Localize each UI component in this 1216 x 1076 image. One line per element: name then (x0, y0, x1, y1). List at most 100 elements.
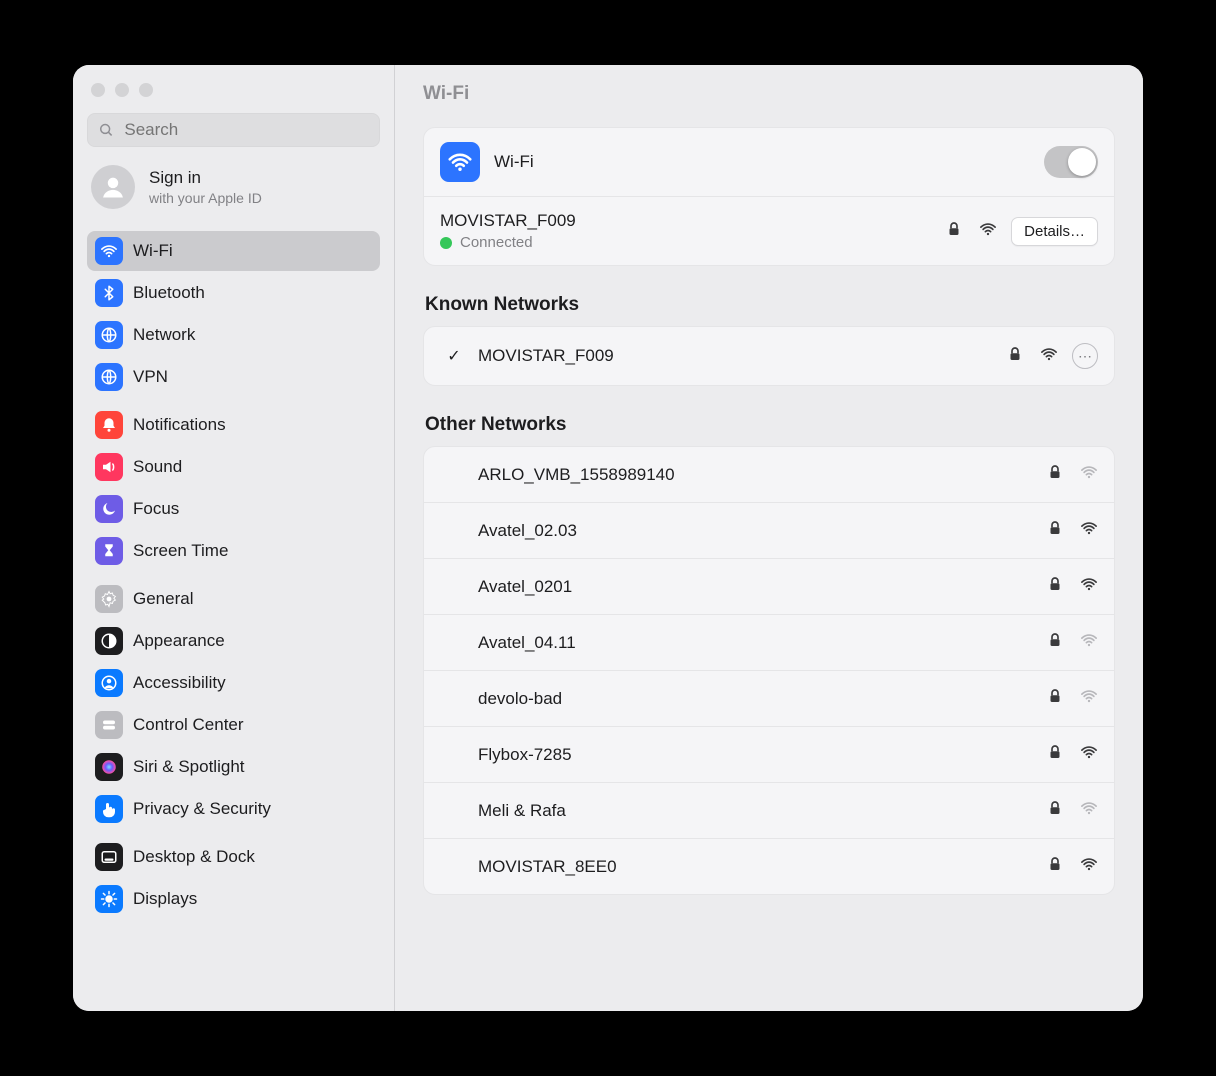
sidebar-item-label: Accessibility (133, 673, 226, 693)
sidebar-item-bluetooth[interactable]: Bluetooth (87, 273, 380, 313)
sidebar-item-label: Desktop & Dock (133, 847, 255, 867)
network-name: Flybox-7285 (478, 745, 572, 765)
contrast-icon (95, 627, 123, 655)
speaker-icon (95, 453, 123, 481)
lock-icon (1046, 743, 1064, 766)
wifi-toggle-row: Wi-Fi (424, 128, 1114, 196)
sidebar-item-screen-time[interactable]: Screen Time (87, 531, 380, 571)
wifi-toggle[interactable] (1044, 146, 1098, 178)
sidebar-item-focus[interactable]: Focus (87, 489, 380, 529)
sidebar-item-control-center[interactable]: Control Center (87, 705, 380, 745)
wifi-icon (440, 142, 480, 182)
network-name: Meli & Rafa (478, 801, 566, 821)
sidebar-item-label: Sound (133, 457, 182, 477)
sidebar-item-label: Screen Time (133, 541, 228, 561)
bell-icon (95, 411, 123, 439)
sidebar-item-label: Focus (133, 499, 179, 519)
minimize-dot[interactable] (115, 83, 129, 97)
zoom-dot[interactable] (139, 83, 153, 97)
titlebar: Wi-Fi (395, 65, 1143, 111)
sidebar-item-label: Network (133, 325, 195, 345)
lock-icon (1046, 519, 1064, 542)
avatar (91, 165, 135, 209)
sidebar-item-label: Appearance (133, 631, 225, 651)
sidebar-item-sound[interactable]: Sound (87, 447, 380, 487)
bluetooth-icon (95, 279, 123, 307)
other-network-row[interactable]: Meli & Rafa (424, 782, 1114, 838)
sidebar-item-vpn[interactable]: VPN (87, 357, 380, 397)
sidebar-item-label: Siri & Spotlight (133, 757, 245, 777)
other-network-row[interactable]: Avatel_02.03 (424, 502, 1114, 558)
lock-icon (1046, 631, 1064, 654)
sidebar-item-accessibility[interactable]: Accessibility (87, 663, 380, 703)
network-name: MOVISTAR_8EE0 (478, 857, 617, 877)
lock-icon (1046, 575, 1064, 598)
sign-in-subtitle: with your Apple ID (149, 190, 262, 206)
details-button[interactable]: Details… (1011, 217, 1098, 246)
status-dot-icon (440, 237, 452, 249)
lock-icon (1046, 463, 1064, 486)
sidebar-item-label: Notifications (133, 415, 226, 435)
other-network-row[interactable]: Avatel_0201 (424, 558, 1114, 614)
network-name: ARLO_VMB_1558989140 (478, 465, 675, 485)
sidebar-item-label: Bluetooth (133, 283, 205, 303)
more-options-button[interactable]: ⋯ (1072, 343, 1098, 369)
network-name: Avatel_04.11 (478, 633, 576, 653)
sidebar-item-notifications[interactable]: Notifications (87, 405, 380, 445)
known-networks-title: Known Networks (425, 294, 1115, 316)
other-network-row[interactable]: MOVISTAR_8EE0 (424, 838, 1114, 894)
settings-window: Sign in with your Apple ID Wi-Fi Bluetoot… (73, 65, 1143, 1011)
wifi-signal-icon (1080, 631, 1098, 654)
network-name: devolo-bad (478, 689, 562, 709)
lock-icon (1046, 855, 1064, 878)
lock-icon (1046, 799, 1064, 822)
sidebar-item-label: VPN (133, 367, 168, 387)
globe-icon (95, 363, 123, 391)
connected-network-row: MOVISTAR_F009 Connected Details… (424, 196, 1114, 265)
sign-in-label: Sign in (149, 168, 262, 188)
account-row[interactable]: Sign in with your Apple ID (87, 147, 380, 223)
sidebar: Sign in with your Apple ID Wi-Fi Bluetoot… (73, 65, 395, 1011)
siri-icon (95, 753, 123, 781)
other-network-row[interactable]: Flybox-7285 (424, 726, 1114, 782)
main-panel: Wi-Fi Wi-Fi MOVISTAR_F009 (395, 65, 1143, 1011)
wifi-signal-icon (979, 220, 997, 243)
other-network-row[interactable]: ARLO_VMB_1558989140 (424, 447, 1114, 502)
wifi-signal-icon (1080, 799, 1098, 822)
sidebar-item-appearance[interactable]: Appearance (87, 621, 380, 661)
sidebar-item-network[interactable]: Network (87, 315, 380, 355)
dock-icon (95, 843, 123, 871)
wifi-signal-icon (1080, 855, 1098, 878)
wifi-label: Wi-Fi (494, 152, 534, 172)
sidebar-item-general[interactable]: General (87, 579, 380, 619)
search-field[interactable] (87, 113, 380, 147)
search-input[interactable] (122, 119, 369, 141)
wifi-signal-icon (1080, 687, 1098, 710)
other-network-row[interactable]: Avatel_04.11 (424, 614, 1114, 670)
globe-icon (95, 321, 123, 349)
switches-icon (95, 711, 123, 739)
connected-status: Connected (440, 234, 931, 251)
hourglass-icon (95, 537, 123, 565)
sidebar-item-displays[interactable]: Displays (87, 879, 380, 919)
wifi-signal-icon (1080, 743, 1098, 766)
connected-network-name: MOVISTAR_F009 (440, 211, 931, 231)
other-network-row[interactable]: devolo-bad (424, 670, 1114, 726)
sidebar-item-desktop-dock[interactable]: Desktop & Dock (87, 837, 380, 877)
sidebar-item-wi-fi[interactable]: Wi-Fi (87, 231, 380, 271)
person-icon (95, 669, 123, 697)
sidebar-item-label: General (133, 589, 193, 609)
sidebar-item-siri-spotlight[interactable]: Siri & Spotlight (87, 747, 380, 787)
lock-icon (945, 220, 963, 243)
known-network-row[interactable]: ✓ MOVISTAR_F009 ⋯ (424, 327, 1114, 385)
close-dot[interactable] (91, 83, 105, 97)
network-name: Avatel_02.03 (478, 521, 577, 541)
display-icon (95, 885, 123, 913)
gear-icon (95, 585, 123, 613)
search-icon (98, 121, 114, 139)
lock-icon (1006, 345, 1024, 368)
sidebar-item-label: Wi-Fi (133, 241, 173, 261)
other-networks-list: ARLO_VMB_1558989140 Avatel_02.03 Avatel_… (423, 446, 1115, 895)
sidebar-item-label: Control Center (133, 715, 244, 735)
sidebar-item-privacy-security[interactable]: Privacy & Security (87, 789, 380, 829)
